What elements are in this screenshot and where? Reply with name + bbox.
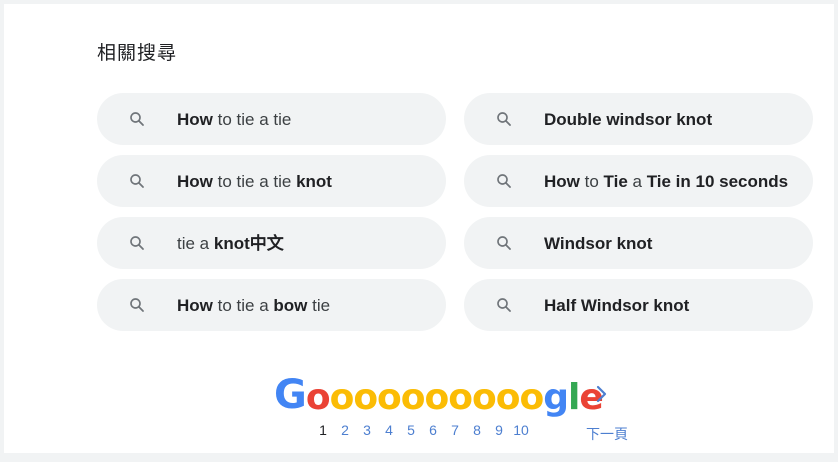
related-search-chip[interactable]: How to tie a bow tie bbox=[97, 279, 446, 331]
logo-letter: o bbox=[377, 377, 402, 418]
plain-text: tie bbox=[307, 295, 331, 315]
related-search-label: Double windsor knot bbox=[544, 109, 732, 130]
page-link[interactable]: 2 bbox=[334, 422, 356, 438]
search-icon bbox=[494, 109, 514, 129]
search-icon bbox=[494, 171, 514, 191]
logo-letter: l bbox=[567, 377, 580, 418]
plain-text: a bbox=[627, 171, 647, 191]
logo-letter: G bbox=[274, 372, 307, 418]
bold-text: knot bbox=[296, 171, 332, 191]
page-link[interactable]: 8 bbox=[466, 422, 488, 438]
logo-letter: o bbox=[448, 377, 473, 418]
plain-text: to tie a bbox=[212, 295, 274, 315]
next-page-link[interactable]: 下一頁 bbox=[586, 424, 628, 444]
related-search-chip[interactable]: How to Tie a Tie in 10 seconds bbox=[464, 155, 813, 207]
page-numbers: 1 2 3 4 5 6 7 8 9 10 bbox=[312, 422, 532, 438]
page-link[interactable]: 6 bbox=[422, 422, 444, 438]
related-search-label: How to tie a tie bbox=[177, 109, 311, 130]
logo-letter: o bbox=[400, 377, 426, 418]
related-search-chip[interactable]: tie a knot中文 bbox=[97, 217, 446, 269]
logo-letter: o bbox=[305, 377, 331, 418]
search-icon bbox=[127, 109, 147, 129]
bold-text: Half Windsor knot bbox=[544, 295, 690, 315]
related-searches-grid: How to tie a tie Double windsor knot How t… bbox=[97, 93, 813, 331]
logo-letter: o bbox=[353, 377, 378, 418]
search-icon bbox=[127, 295, 147, 315]
bold-text: Windsor knot bbox=[544, 233, 653, 253]
logo-letter: o bbox=[471, 377, 497, 418]
chevron-right-icon[interactable] bbox=[592, 382, 612, 406]
bold-text: How bbox=[177, 295, 213, 315]
page-link[interactable]: 4 bbox=[378, 422, 400, 438]
logo-letter: o bbox=[495, 377, 521, 418]
related-search-chip[interactable]: Double windsor knot bbox=[464, 93, 813, 145]
related-search-label: How to tie a tie knot bbox=[177, 171, 352, 192]
google-pagination-logo: Goooooooooogle bbox=[274, 372, 604, 418]
related-search-label: How to tie a bow tie bbox=[177, 295, 350, 316]
plain-text: to bbox=[579, 171, 604, 191]
current-page-number: 1 bbox=[319, 422, 327, 438]
bold-text: bow bbox=[273, 295, 308, 315]
bold-text: Tie in 10 seconds bbox=[646, 171, 789, 191]
page-link[interactable]: 3 bbox=[356, 422, 378, 438]
bold-text: Tie bbox=[603, 171, 628, 191]
page-link[interactable]: 7 bbox=[444, 422, 466, 438]
bold-text: How bbox=[177, 171, 213, 191]
page-link[interactable]: 10 bbox=[510, 422, 532, 438]
plain-text: to tie a tie bbox=[212, 109, 292, 129]
plain-text: to tie a tie bbox=[212, 171, 297, 191]
related-search-chip[interactable]: How to tie a tie bbox=[97, 93, 446, 145]
related-search-chip[interactable]: How to tie a tie knot bbox=[97, 155, 446, 207]
logo-letter: o bbox=[519, 377, 544, 418]
related-search-label: tie a knot中文 bbox=[177, 233, 304, 254]
search-icon bbox=[494, 295, 514, 315]
search-icon bbox=[494, 233, 514, 253]
page-link[interactable]: 5 bbox=[400, 422, 422, 438]
bold-text: knot中文 bbox=[213, 233, 284, 253]
logo-letter: g bbox=[543, 377, 569, 418]
related-search-label: How to Tie a Tie in 10 seconds bbox=[544, 171, 808, 192]
page-link[interactable]: 9 bbox=[488, 422, 510, 438]
bold-text: Double windsor knot bbox=[544, 109, 713, 129]
logo-letter: o bbox=[329, 377, 355, 418]
search-icon bbox=[127, 171, 147, 191]
related-search-chip[interactable]: Windsor knot bbox=[464, 217, 813, 269]
related-searches-card: 相關搜尋 How to tie a tie Double windsor knot… bbox=[4, 4, 834, 453]
related-search-label: Windsor knot bbox=[544, 233, 672, 254]
related-search-chip[interactable]: Half Windsor knot bbox=[464, 279, 813, 331]
logo-letter: o bbox=[424, 377, 450, 418]
related-search-label: Half Windsor knot bbox=[544, 295, 709, 316]
bold-text: How bbox=[544, 171, 580, 191]
search-icon bbox=[127, 233, 147, 253]
plain-text: tie a bbox=[177, 233, 214, 253]
section-title: 相關搜尋 bbox=[97, 42, 178, 64]
pagination: Goooooooooogle 1 2 3 4 5 6 7 8 9 10 下一頁 bbox=[274, 372, 654, 444]
bold-text: How bbox=[177, 109, 213, 129]
